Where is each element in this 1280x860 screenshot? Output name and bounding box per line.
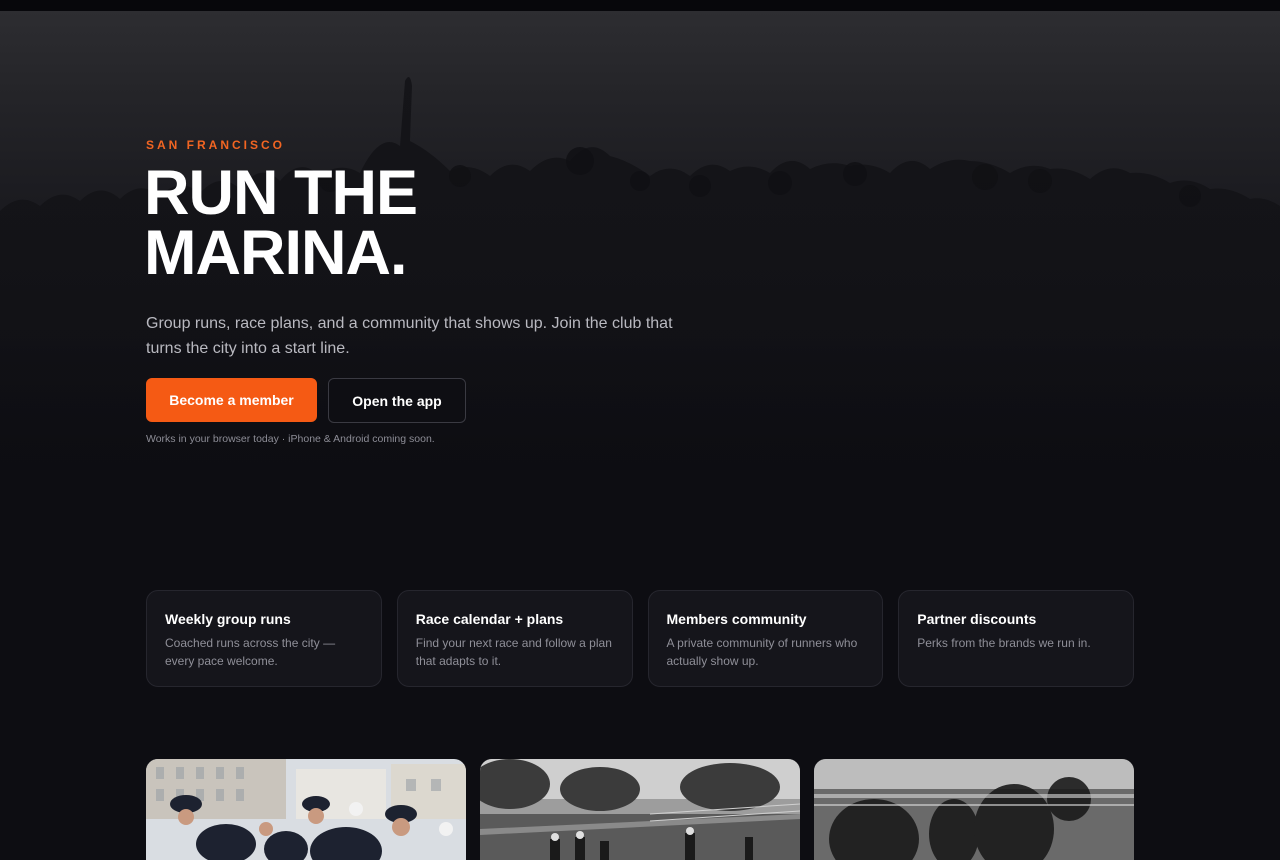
feature-card-title: Members community: [666, 611, 807, 627]
feature-card-title: Race calendar + plans: [415, 611, 564, 627]
feature-card-partner-discounts: Partner discounts Perks from the brands …: [898, 590, 1134, 687]
top-bar: [0, 0, 1280, 11]
open-app-button[interactable]: Open the app: [328, 378, 466, 423]
hero-headline: RUN THE MARINA.: [144, 158, 418, 288]
gallery-photo-motion-runners: [814, 759, 1134, 860]
feature-card-title: Partner discounts: [917, 611, 1037, 627]
feature-cards: Weekly group runs Coached runs across th…: [146, 590, 1134, 687]
feature-card-race-calendar: Race calendar + plans Find your next rac…: [396, 590, 633, 687]
hero-headline-line-2: MARINA.: [144, 218, 407, 288]
photo-gallery: [146, 759, 1134, 860]
feature-card-title: Weekly group runs: [165, 611, 291, 627]
gallery-photo-runners-group: [146, 759, 466, 860]
availability-note: Works in your browser today · iPhone & A…: [146, 433, 435, 445]
feature-card-group-runs: Weekly group runs Coached runs across th…: [146, 590, 382, 687]
gallery-photo-track-run: [480, 759, 800, 860]
feature-card-text: Find your next race and follow a plan th…: [415, 636, 612, 668]
hero-subtitle: Group runs, race plans, and a community …: [146, 315, 673, 357]
hero-kicker: SAN FRANCISCO: [146, 138, 286, 152]
hero-headline-line-1: RUN THE: [144, 158, 418, 228]
feature-card-text: A private community of runners who actua…: [666, 636, 858, 668]
become-member-button[interactable]: Become a member: [146, 378, 317, 422]
feature-card-text: Coached runs across the city — every pac…: [165, 636, 336, 668]
feature-card-community: Members community A private community of…: [647, 590, 884, 687]
feature-card-text: Perks from the brands we run in.: [917, 636, 1091, 650]
